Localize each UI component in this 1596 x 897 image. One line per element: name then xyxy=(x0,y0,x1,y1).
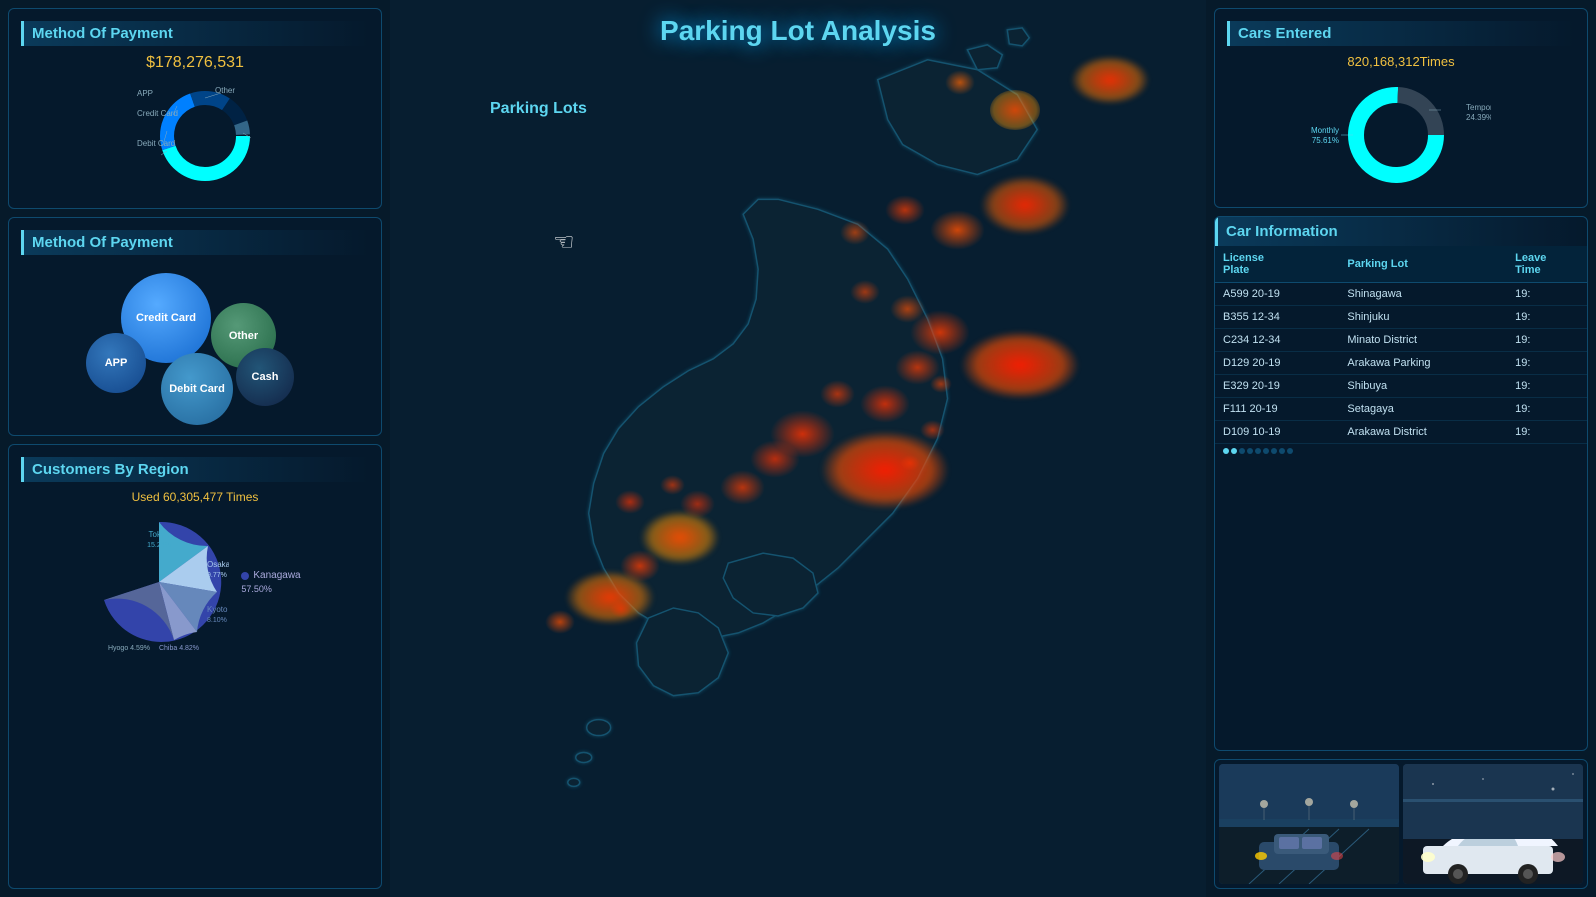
map-background xyxy=(390,0,1206,897)
japan-map-svg xyxy=(390,0,1206,897)
cell-license-plate: A599 20-19 xyxy=(1215,283,1339,306)
cell-parking-lot: Setagaya xyxy=(1339,398,1507,421)
cell-leave-time: 19: xyxy=(1507,306,1587,329)
scroll-dot-7 xyxy=(1271,448,1277,454)
cars-donut-chart: Monthly 75.61% Temporary 24.39% xyxy=(1311,75,1491,195)
right-sidebar: Cars Entered 820,168,312Times Monthly 75… xyxy=(1206,0,1596,897)
svg-text:Credit Card: Credit Card xyxy=(137,109,178,118)
customers-pie-container: Tokyo 15.24% Osaka 9.77% Kyoto 8.10% Chi… xyxy=(21,512,369,652)
payment-bubbles-card: Method Of Payment Credit Card Other APP … xyxy=(8,217,382,436)
legend-kanagawa-pct: 57.50% xyxy=(241,584,300,594)
bubble-cash[interactable]: Cash xyxy=(236,348,294,406)
cell-license-plate: C234 12-34 xyxy=(1215,329,1339,352)
svg-text:Kyoto: Kyoto xyxy=(207,605,228,614)
photo-strip xyxy=(1214,759,1588,889)
cell-license-plate: E329 20-19 xyxy=(1215,375,1339,398)
car-info-card: Car Information LicensePlate Parking Lot… xyxy=(1214,216,1588,751)
svg-text:Osaka: Osaka xyxy=(207,560,229,569)
customers-region-card: Customers By Region Used 60,305,477 Time… xyxy=(8,444,382,889)
scroll-dot-5 xyxy=(1255,448,1261,454)
cars-entered-title: Cars Entered xyxy=(1227,21,1575,46)
col-parking-lot: Parking Lot xyxy=(1339,246,1507,283)
cell-leave-time: 19: xyxy=(1507,352,1587,375)
scrollbar-indicator[interactable] xyxy=(1215,444,1587,458)
scroll-dot-2 xyxy=(1231,448,1237,454)
cell-parking-lot: Arakawa Parking xyxy=(1339,352,1507,375)
payment-amount: $178,276,531 xyxy=(21,54,369,72)
center-map: Parking Lot Analysis Parking Lots ☜ xyxy=(390,0,1206,897)
cell-license-plate: D109 10-19 xyxy=(1215,421,1339,444)
svg-text:Monthly: Monthly xyxy=(1311,126,1339,135)
table-row: D129 20-19 Arakawa Parking 19: xyxy=(1215,352,1587,375)
cars-donut-container: Monthly 75.61% Temporary 24.39% xyxy=(1227,75,1575,195)
scroll-dot-4 xyxy=(1247,448,1253,454)
scroll-dot-3 xyxy=(1239,448,1245,454)
scroll-dot-9 xyxy=(1287,448,1293,454)
cell-leave-time: 19: xyxy=(1507,398,1587,421)
customers-region-subtitle: Used 60,305,477 Times xyxy=(21,490,369,504)
table-row: C234 12-34 Minato District 19: xyxy=(1215,329,1587,352)
map-label: Parking Lots xyxy=(490,100,587,118)
cell-parking-lot: Shibuya xyxy=(1339,375,1507,398)
svg-text:24.39%: 24.39% xyxy=(1466,113,1491,122)
cell-license-plate: F111 20-19 xyxy=(1215,398,1339,421)
svg-text:9.77%: 9.77% xyxy=(207,572,227,579)
scroll-dot-8 xyxy=(1279,448,1285,454)
cell-parking-lot: Arakawa District xyxy=(1339,421,1507,444)
payment-bubbles-title: Method Of Payment xyxy=(21,230,369,255)
cell-parking-lot: Shinjuku xyxy=(1339,306,1507,329)
table-row: F111 20-19 Setagaya 19: xyxy=(1215,398,1587,421)
map-title: Parking Lot Analysis xyxy=(660,15,936,47)
payment-donut-container: Cash Credit Card Debit Card APP Other xyxy=(21,76,369,196)
svg-text:8.10%: 8.10% xyxy=(207,617,227,624)
photo-1-svg xyxy=(1219,764,1399,884)
cell-leave-time: 19: xyxy=(1507,421,1587,444)
cell-license-plate: B355 12-34 xyxy=(1215,306,1339,329)
photo-2-svg xyxy=(1403,764,1583,884)
parking-photo-1 xyxy=(1219,764,1399,884)
svg-text:Tokyo: Tokyo xyxy=(149,530,170,539)
table-row: B355 12-34 Shinjuku 19: xyxy=(1215,306,1587,329)
payment-bubble-chart: Credit Card Other APP Cash Debit Card xyxy=(21,263,369,423)
cars-entered-count: 820,168,312Times xyxy=(1227,54,1575,69)
svg-text:Chiba 4.82%: Chiba 4.82% xyxy=(159,645,199,652)
scroll-dot-6 xyxy=(1263,448,1269,454)
svg-text:75.61%: 75.61% xyxy=(1312,136,1339,145)
table-row: E329 20-19 Shibuya 19: xyxy=(1215,375,1587,398)
cars-entered-card: Cars Entered 820,168,312Times Monthly 75… xyxy=(1214,8,1588,208)
customers-pie-chart: Tokyo 15.24% Osaka 9.77% Kyoto 8.10% Chi… xyxy=(89,512,229,652)
car-info-title: Car Information xyxy=(1215,217,1587,246)
cell-leave-time: 19: xyxy=(1507,329,1587,352)
payment-donut-card: Method Of Payment $178,276,531 Cash Cred… xyxy=(8,8,382,209)
svg-text:Hyogo 4.59%: Hyogo 4.59% xyxy=(108,645,150,652)
cell-parking-lot: Shinagawa xyxy=(1339,283,1507,306)
col-leave-time: LeaveTime xyxy=(1507,246,1587,283)
car-info-table: LicensePlate Parking Lot LeaveTime A599 … xyxy=(1215,246,1587,444)
svg-text:Debit Card: Debit Card xyxy=(137,139,175,148)
table-row: D109 10-19 Arakawa District 19: xyxy=(1215,421,1587,444)
legend-kanagawa: Kanagawa xyxy=(241,570,300,581)
svg-text:Other: Other xyxy=(215,86,235,95)
parking-photo-2 xyxy=(1403,764,1583,884)
payment-donut-chart: Cash Credit Card Debit Card APP Other xyxy=(135,81,255,191)
svg-text:Temporary: Temporary xyxy=(1466,103,1491,112)
col-license-plate: LicensePlate xyxy=(1215,246,1339,283)
payment-donut-title: Method Of Payment xyxy=(21,21,369,46)
table-row: A599 20-19 Shinagawa 19: xyxy=(1215,283,1587,306)
cell-license-plate: D129 20-19 xyxy=(1215,352,1339,375)
bubble-app[interactable]: APP xyxy=(86,333,146,393)
pie-legend: Kanagawa 57.50% xyxy=(241,570,300,594)
cell-leave-time: 19: xyxy=(1507,375,1587,398)
cell-parking-lot: Minato District xyxy=(1339,329,1507,352)
customers-region-title: Customers By Region xyxy=(21,457,369,482)
svg-text:15.24%: 15.24% xyxy=(147,542,171,549)
svg-text:APP: APP xyxy=(137,89,153,98)
scroll-dot-1 xyxy=(1223,448,1229,454)
left-sidebar: Method Of Payment $178,276,531 Cash Cred… xyxy=(0,0,390,897)
bubble-debit-card[interactable]: Debit Card xyxy=(161,353,233,425)
cell-leave-time: 19: xyxy=(1507,283,1587,306)
